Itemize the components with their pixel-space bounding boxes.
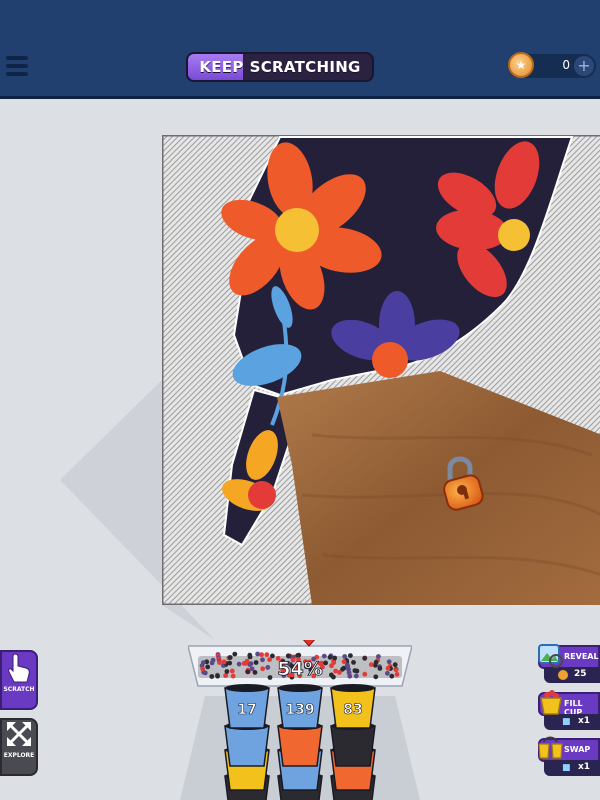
collector-tray: 54% [188,640,412,687]
reveal-cost: 25 [574,669,587,679]
collector-percent: 54% [277,658,322,680]
swap-count: x1 [578,762,591,772]
scratch-tool-label: SCRATCH [3,686,35,693]
explore-tool-label: EXPLORE [3,752,35,759]
swap-label: SWAP [564,745,591,754]
scratch-tool-button[interactable]: SCRATCH [0,650,38,710]
filled-cup-icon [540,690,562,715]
swap-cups-icon [538,736,563,759]
gift-icon: ■ [562,717,571,727]
fill-cup-booster-button[interactable]: FILL CUP ■ x1 [538,690,600,732]
gift-icon: ■ [562,763,571,773]
coin-icon [558,670,568,680]
explore-tool-button[interactable]: EXPLORE [0,718,38,776]
swap-booster-button[interactable]: SWAP ■ x1 [538,736,600,778]
ruby-gem-icon [302,640,316,647]
expand-arrows-icon [7,722,31,746]
scratch-board[interactable] [162,135,600,605]
reveal-label: REVEAL [564,652,599,661]
pointer-hand-icon [8,653,30,683]
fill-cup-count: x1 [578,716,591,726]
image-search-icon [538,644,563,668]
reveal-booster-button[interactable]: REVEAL 25 [538,644,600,685]
